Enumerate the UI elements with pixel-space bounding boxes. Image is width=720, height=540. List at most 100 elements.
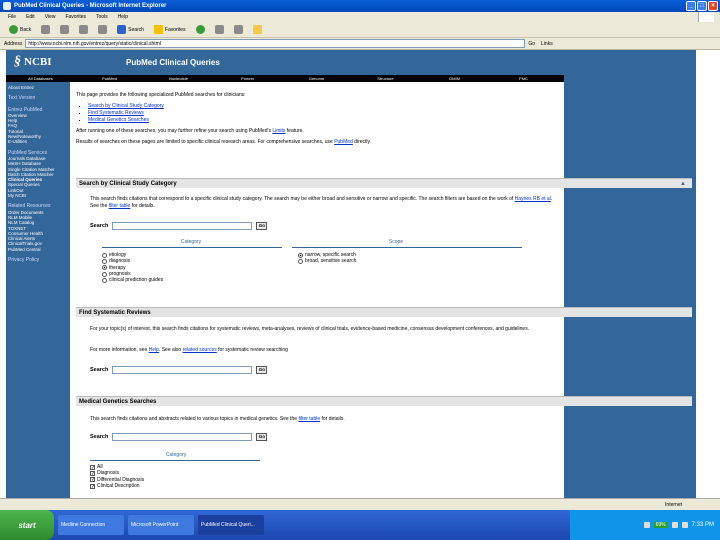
go-button[interactable]: Go xyxy=(528,41,535,47)
menu-view[interactable]: View xyxy=(45,14,56,20)
close-button[interactable]: × xyxy=(708,1,718,11)
nav-pmc[interactable]: PMC xyxy=(489,76,558,81)
category-option-clinical-prediction[interactable]: clinical prediction guides xyxy=(102,277,163,283)
radio-button[interactable] xyxy=(102,271,107,277)
screen: PubMed Clinical Queries - Microsoft Inte… xyxy=(0,0,720,540)
sidebar-item-pubmed-central[interactable]: PubMed Central xyxy=(8,247,68,252)
security-icon[interactable] xyxy=(681,522,688,528)
radio-button[interactable] xyxy=(298,252,303,258)
sidebar-item-my-ncbi[interactable]: My NCBI xyxy=(8,193,68,198)
genetics-search-input[interactable] xyxy=(112,433,253,441)
mail-button[interactable] xyxy=(212,24,227,35)
links-button[interactable]: Links xyxy=(541,41,553,47)
history-icon xyxy=(195,25,205,34)
link-systematic-reviews[interactable]: Find Systematic Reviews xyxy=(88,110,144,116)
network-icon[interactable] xyxy=(643,522,650,528)
history-button[interactable] xyxy=(193,24,208,35)
study-category-go-button[interactable]: Go xyxy=(256,222,268,230)
status-bar: Internet xyxy=(0,498,720,510)
link-study-category[interactable]: Search by Clinical Study Category xyxy=(88,103,164,109)
related-sources-link[interactable]: related sources xyxy=(183,347,217,353)
link-medical-genetics[interactable]: Medical Genetics Searches xyxy=(88,117,149,123)
section-links: Search by Clinical Study Category Find S… xyxy=(88,103,556,124)
radio-button[interactable] xyxy=(102,258,107,264)
radio-button[interactable] xyxy=(298,258,303,264)
checkbox[interactable] xyxy=(90,483,95,489)
system-tray: 69% 7:33 PM xyxy=(570,510,720,540)
systematic-search-input[interactable] xyxy=(112,366,253,374)
systematic-go-button[interactable]: Go xyxy=(256,366,268,374)
menu-help[interactable]: Help xyxy=(118,14,128,20)
favorites-button[interactable]: Favorites xyxy=(151,24,189,35)
sidebar-item-e-utilities[interactable]: E-Utilities xyxy=(8,139,68,144)
home-button[interactable] xyxy=(95,24,110,35)
intro-line: This page provides the following special… xyxy=(76,92,246,98)
category-column-header: Category xyxy=(180,239,202,245)
folder-button[interactable] xyxy=(250,24,265,35)
nav-structure[interactable]: Structure xyxy=(351,76,420,81)
systematic-search-row: Search Go xyxy=(90,366,268,374)
window-title: PubMed Clinical Queries - Microsoft Inte… xyxy=(14,3,167,9)
task-powerpoint[interactable]: Microsoft PowerPoint xyxy=(128,515,194,535)
filter-table-link[interactable]: filter table xyxy=(109,203,131,209)
task-medline[interactable]: Medline Connection xyxy=(58,515,124,535)
address-label: Address xyxy=(4,40,23,47)
nav-protein[interactable]: Protein xyxy=(213,76,282,81)
radio-button[interactable] xyxy=(102,277,107,283)
print-button[interactable] xyxy=(231,24,246,35)
back-to-top-icon[interactable]: ▲ xyxy=(680,179,686,189)
right-column xyxy=(564,75,696,498)
nav-genome[interactable]: Genome xyxy=(282,76,351,81)
checkbox[interactable] xyxy=(90,464,95,470)
volume-icon[interactable] xyxy=(671,522,678,528)
help-link[interactable]: Help xyxy=(149,347,159,353)
search-label: Search xyxy=(90,367,109,373)
clock[interactable]: 7:33 PM xyxy=(692,522,714,528)
radio-button[interactable] xyxy=(102,265,107,271)
study-category-description: This search finds citations that corresp… xyxy=(90,196,553,209)
genetics-search-row: Search Go xyxy=(90,433,268,441)
menu-file[interactable]: File xyxy=(8,14,16,20)
back-button[interactable]: Back xyxy=(6,24,34,35)
haynes-link[interactable]: Haynes RB et al xyxy=(515,196,551,202)
nav-omim[interactable]: OMIM xyxy=(420,76,489,81)
limit-note: Results of searches on these pages are l… xyxy=(76,139,372,145)
stop-button[interactable] xyxy=(57,24,72,35)
genetics-go-button[interactable]: Go xyxy=(256,433,268,441)
menu-edit[interactable]: Edit xyxy=(26,14,35,20)
battery-indicator[interactable]: 69% xyxy=(653,522,668,528)
genetics-category-header: Category xyxy=(165,452,187,458)
nav-all-databases[interactable]: All Databases xyxy=(6,76,75,81)
section-header-medical-genetics: Medical Genetics Searches xyxy=(76,396,692,406)
sidebar-about-entrez[interactable]: About Entrez xyxy=(8,85,68,90)
checkbox[interactable] xyxy=(90,477,95,483)
minimize-button[interactable]: _ xyxy=(686,1,696,11)
study-category-search-input[interactable] xyxy=(112,222,253,230)
sidebar-privacy-policy[interactable]: Privacy Policy xyxy=(8,257,68,263)
scope-option-broad[interactable]: broad, sensitive search xyxy=(298,258,356,264)
menu-favorites[interactable]: Favorites xyxy=(65,14,86,20)
task-pubmed[interactable]: PubMed Clinical Queri... xyxy=(198,515,264,535)
nav-pubmed[interactable]: PubMed xyxy=(75,76,144,81)
refresh-button[interactable] xyxy=(76,24,91,35)
search-button[interactable]: Search xyxy=(114,24,147,35)
checkbox[interactable] xyxy=(90,470,95,476)
menu-bar: File Edit View Favorites Tools Help xyxy=(0,12,720,22)
menu-tools[interactable]: Tools xyxy=(96,14,108,20)
taskbar: start Medline Connection Microsoft Power… xyxy=(0,510,720,540)
web-page: § NCBI PubMed Clinical Queries All Datab… xyxy=(6,50,696,498)
radio-button[interactable] xyxy=(102,252,107,258)
forward-button[interactable] xyxy=(38,24,53,35)
genetics-checkbox-group: All Diagnosis Differential Diagnosis Cli… xyxy=(90,464,144,489)
address-input[interactable]: http://www.ncbi.nlm.nih.gov/entrez/query… xyxy=(25,39,526,48)
ncbi-logo[interactable]: § NCBI xyxy=(14,54,52,70)
start-button[interactable]: start xyxy=(0,510,54,540)
genetics-filter-table-link[interactable]: filter table xyxy=(298,416,320,422)
pubmed-link[interactable]: PubMed xyxy=(334,139,353,145)
limits-link[interactable]: Limits xyxy=(272,128,285,134)
nav-nucleotide[interactable]: Nucleotide xyxy=(144,76,213,81)
sidebar-text-version[interactable]: Text Version xyxy=(8,95,68,101)
maximize-button[interactable]: □ xyxy=(697,1,707,11)
genetics-option-clinical-description[interactable]: Clinical Description xyxy=(90,483,144,489)
scope-divider xyxy=(292,247,522,248)
